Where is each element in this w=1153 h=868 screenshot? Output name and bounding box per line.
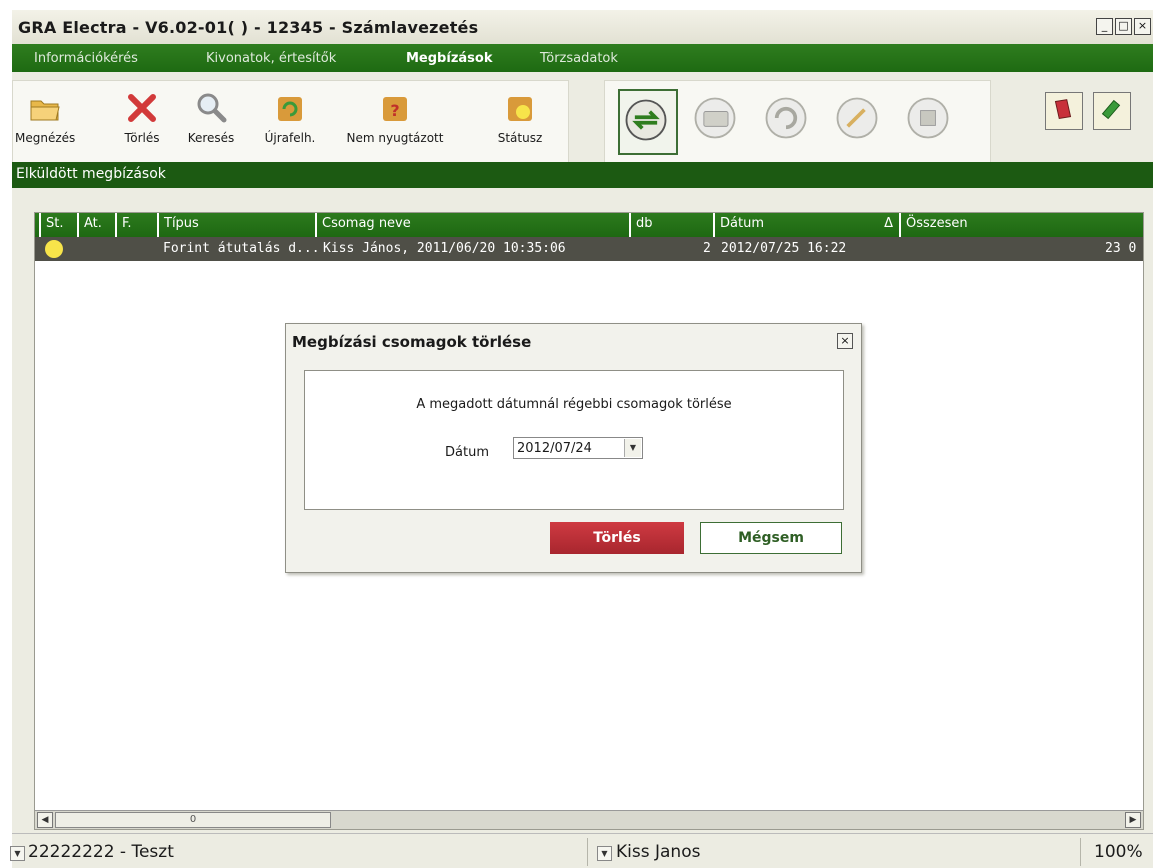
- question-box-icon: ?: [383, 97, 407, 121]
- status-divider: [1080, 838, 1081, 866]
- status-zoom: 100%: [1094, 842, 1143, 862]
- maximize-button[interactable]: □: [1115, 18, 1132, 35]
- delete-x-icon: [128, 94, 156, 122]
- reuse-button[interactable]: Újrafelh.: [255, 91, 325, 145]
- reuse-button-label: Újrafelh.: [264, 131, 316, 145]
- cell-datum: 2012/07/25 16:22: [721, 241, 847, 256]
- package-module-button[interactable]: [902, 89, 958, 151]
- scroll-right-icon[interactable]: ▶: [1125, 812, 1141, 828]
- col-header-st[interactable]: St.: [39, 213, 77, 237]
- menu-item-kivonatok[interactable]: Kivonatok, értesítők: [206, 51, 336, 66]
- col-header-at[interactable]: At.: [77, 213, 115, 237]
- refresh-module-button[interactable]: [760, 89, 816, 151]
- refresh-icon: [765, 97, 807, 139]
- menu-item-informaciokeres[interactable]: Információkérés: [34, 51, 138, 66]
- card-icon: [694, 97, 736, 139]
- status-button-label: Státusz: [497, 131, 543, 145]
- col-header-f[interactable]: F.: [115, 213, 157, 237]
- status-dot-icon: [45, 240, 63, 258]
- menu-item-megbizasok[interactable]: Megbízások: [406, 51, 492, 66]
- col-header-db[interactable]: db: [629, 213, 713, 237]
- svg-text:?: ?: [390, 101, 399, 120]
- horizontal-scrollbar[interactable]: ◀ 0 ▶: [35, 810, 1143, 829]
- col-header-tipus[interactable]: Típus: [157, 213, 315, 237]
- col-header-osszesen[interactable]: Összesen: [899, 213, 1143, 237]
- delete-button[interactable]: Törlés: [117, 91, 167, 145]
- view-button-label: Megnézés: [15, 131, 76, 145]
- account-dropdown-icon[interactable]: ▼: [10, 846, 25, 861]
- cancel-button[interactable]: Mégsem: [700, 522, 842, 554]
- section-header: Elküldött megbízások: [12, 162, 1153, 188]
- red-book-icon: [1054, 99, 1072, 120]
- col-header-datum[interactable]: Dátum Δ: [713, 213, 899, 237]
- recycle-box-icon: [278, 97, 302, 121]
- status-button[interactable]: Státusz: [485, 91, 555, 145]
- sort-indicator-icon: Δ: [884, 216, 893, 231]
- dialog-title: Megbízási csomagok törlése: [292, 333, 532, 351]
- table-row[interactable]: Forint átutalás d... Kiss János, 2011/06…: [35, 237, 1143, 261]
- status-divider: [587, 838, 588, 866]
- date-input[interactable]: 2012/07/24 ▼: [513, 437, 643, 459]
- dialog-close-button[interactable]: ×: [837, 333, 853, 349]
- status-box-icon: [508, 97, 532, 121]
- toolbar-module-group: [604, 80, 991, 164]
- magnifier-icon: [197, 93, 227, 123]
- delete-packages-dialog: Megbízási csomagok törlése × A megadott …: [285, 323, 862, 573]
- toolbar-action-group: Megnézés Törlés Keresés Újrafelh. ? Nem …: [12, 80, 569, 164]
- date-input-value: 2012/07/24: [517, 441, 592, 456]
- transfer-module-button[interactable]: [618, 89, 678, 155]
- confirm-delete-button[interactable]: Törlés: [550, 522, 684, 554]
- dialog-message: A megadott dátumnál régebbi csomagok tör…: [416, 397, 732, 412]
- close-button[interactable]: ×: [1134, 18, 1151, 35]
- scroll-left-icon[interactable]: ◀: [37, 812, 53, 828]
- user-dropdown-icon[interactable]: ▼: [597, 846, 612, 861]
- menu-bar: Információkérés Kivonatok, értesítők Meg…: [12, 44, 1153, 72]
- window-title: GRA Electra - V6.02-01( ) - 12345 - Szám…: [18, 18, 479, 37]
- date-label: Dátum: [445, 445, 489, 460]
- title-bar: GRA Electra - V6.02-01( ) - 12345 - Szám…: [12, 10, 1153, 44]
- cell-csomag-neve: Kiss János, 2011/06/20 10:35:06: [323, 241, 566, 256]
- package-icon: [907, 97, 949, 139]
- green-book-icon: [1101, 99, 1121, 120]
- status-account: 22222222 - Teszt: [28, 842, 174, 862]
- window-controls: _ □ ×: [1096, 18, 1151, 35]
- red-book-button[interactable]: [1045, 92, 1083, 130]
- folder-icon: [30, 100, 60, 121]
- sign-icon: [836, 97, 878, 139]
- cell-tipus: Forint átutalás d...: [163, 241, 320, 256]
- unconfirmed-button-label: Nem nyugtázott: [346, 131, 444, 145]
- cell-db: 2: [703, 241, 711, 256]
- status-user: Kiss Janos: [616, 842, 701, 862]
- scroll-thumb[interactable]: 0: [55, 812, 331, 828]
- grid-header: St. At. F. Típus Csomag neve db Dátum Δ …: [35, 213, 1143, 237]
- dialog-panel: A megadott dátumnál régebbi csomagok tör…: [304, 370, 844, 510]
- status-bar: ▼ 22222222 - Teszt ▼ Kiss Janos 100%: [10, 833, 1153, 868]
- cell-osszesen: 23 0: [1105, 241, 1137, 256]
- date-dropdown-icon[interactable]: ▼: [624, 439, 641, 457]
- transfer-icon: [625, 99, 667, 141]
- col-header-csomag-neve[interactable]: Csomag neve: [315, 213, 629, 237]
- card-module-button[interactable]: [689, 89, 745, 151]
- col-header-datum-label: Dátum: [720, 216, 764, 231]
- sign-module-button[interactable]: [831, 89, 887, 151]
- green-book-button[interactable]: [1093, 92, 1131, 130]
- search-button[interactable]: Keresés: [183, 91, 239, 145]
- view-button[interactable]: Megnézés: [15, 91, 75, 145]
- toolbar: Megnézés Törlés Keresés Újrafelh. ? Nem …: [12, 72, 1153, 170]
- search-button-label: Keresés: [187, 131, 235, 145]
- section-title: Elküldött megbízások: [16, 166, 166, 182]
- menu-item-torzsadatok[interactable]: Törzsadatok: [540, 51, 618, 66]
- unconfirmed-button[interactable]: ? Nem nyugtázott: [339, 91, 451, 145]
- minimize-button[interactable]: _: [1096, 18, 1113, 35]
- delete-button-label: Törlés: [124, 131, 160, 145]
